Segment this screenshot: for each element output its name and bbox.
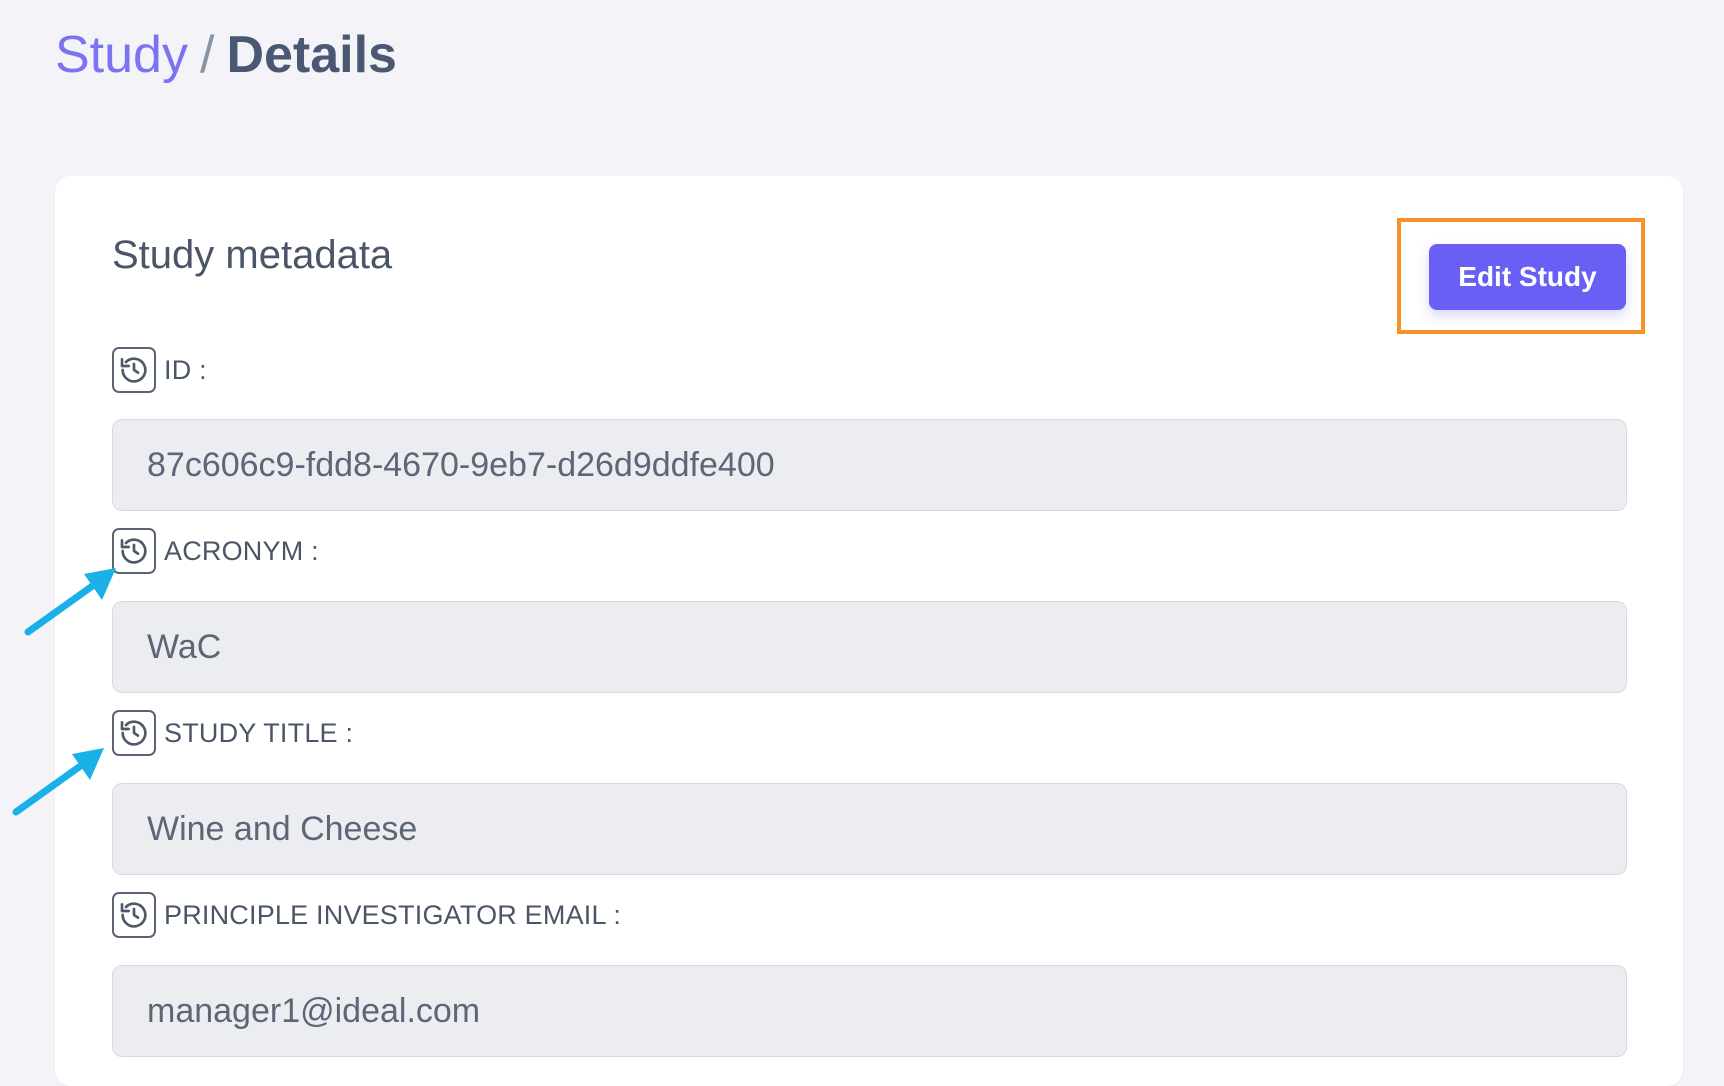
field-label-pi-email: PRINCIPLE INVESTIGATOR EMAIL :: [112, 891, 621, 939]
history-icon[interactable]: [112, 710, 156, 756]
field-label-text: ACRONYM :: [164, 535, 319, 566]
arrow-icon: [24, 568, 116, 636]
field-label-text: PRINCIPLE INVESTIGATOR EMAIL :: [164, 899, 622, 930]
acronym-field[interactable]: [112, 601, 1627, 693]
field-label-id: ID :: [112, 346, 207, 394]
id-field[interactable]: [112, 419, 1627, 511]
field-label-study-title: STUDY TITLE :: [112, 709, 353, 757]
study-metadata-card: Study metadata Edit Study ID : ACRONYM :: [55, 176, 1683, 1086]
field-label-text: ID :: [164, 354, 207, 385]
history-icon[interactable]: [112, 892, 156, 938]
field-label-text: STUDY TITLE :: [164, 717, 354, 748]
card-title: Study metadata: [112, 233, 393, 277]
edit-study-button[interactable]: Edit Study: [1429, 244, 1626, 310]
breadcrumb: Study / Details: [55, 24, 397, 86]
arrow-icon: [12, 748, 104, 816]
history-icon[interactable]: [112, 347, 156, 393]
breadcrumb-current: Details: [226, 26, 397, 84]
field-label-acronym: ACRONYM :: [112, 527, 319, 575]
study-title-field[interactable]: [112, 783, 1627, 875]
pi-email-field[interactable]: [112, 965, 1627, 1057]
breadcrumb-separator: /: [199, 26, 215, 84]
breadcrumb-study-link[interactable]: Study: [55, 26, 188, 84]
